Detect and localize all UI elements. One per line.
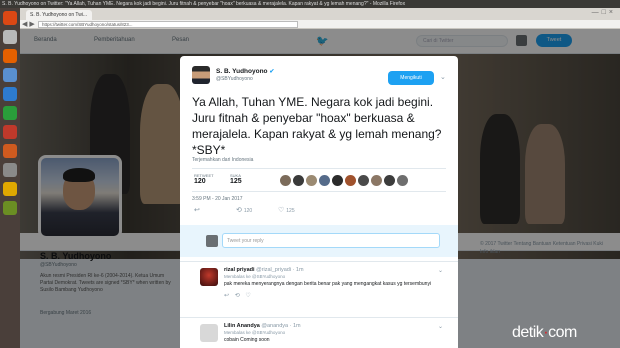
liker-avatar[interactable] [345,175,356,186]
reply-avatar[interactable] [200,268,218,286]
chevron-down-icon[interactable]: ⌄ [440,73,446,81]
browser-tabbar: S. B. Yudhoyono on Twi... —□× [20,8,620,20]
calc-icon[interactable] [3,106,17,120]
my-avatar [206,235,218,247]
like-stat[interactable]: SUKA 125 [230,173,242,185]
reply-author[interactable]: Lilin Anandya @anandya · 1m [224,323,301,329]
like-action-count: 125 [286,208,295,214]
retweet-action-count: 120 [243,208,253,214]
retweet-icon: ⟲ [236,207,242,214]
back-forward-icon[interactable]: ◀ ▶ [22,20,35,29]
url-bar[interactable]: https://twitter.com/SBYudhoyono/status/8… [38,21,298,28]
tweet-permalink-modal: S. B. Yudhoyono ✔ @SBYudhoyono Mengikuti… [180,56,458,348]
watermark-tld: com [548,324,577,341]
settings-icon[interactable] [3,163,17,177]
retweet-stat-count: 120 [194,178,206,185]
chevron-down-icon[interactable]: ⌄ [438,267,443,274]
author-name-text: S. B. Yudhoyono [216,68,268,75]
liker-avatar[interactable] [306,175,317,186]
translate-link[interactable]: Terjemahkan dari Indonesia [192,157,253,163]
liker-avatar[interactable] [358,175,369,186]
author-handle[interactable]: @SBYudhoyono [216,76,253,82]
liker-avatar[interactable] [319,175,330,186]
reply-author-handle: @rizal_priyadi · 1m [256,267,304,273]
watermark-brand: detik [512,324,544,341]
chromium-icon[interactable] [3,68,17,82]
reply-author-name: rizal priyadi [224,267,255,273]
liker-avatar[interactable] [371,175,382,186]
heart-icon: ♡ [278,207,285,214]
liker-avatar[interactable] [397,175,408,186]
app-icon[interactable] [3,201,17,215]
reply-text: pak mereka menyerangnya dengan berita be… [224,281,432,287]
reply-icon[interactable]: ↩ [194,206,200,214]
impress-icon[interactable] [3,125,17,139]
reply-author-handle: @anandya · 1m [261,323,301,329]
firefox-icon[interactable] [3,49,17,63]
reply-input[interactable]: Tweet your reply [222,233,440,248]
author-avatar[interactable] [192,66,210,84]
verified-badge-icon: ✔ [269,69,275,75]
reply-context: Membalas ke @SBYudhoyono [224,274,286,279]
liker-avatar[interactable] [280,175,291,186]
liker-avatar[interactable] [293,175,304,186]
reply-author[interactable]: rizal priyadi @rizal_priyadi · 1m [224,267,304,273]
tweet-actions: ↩ ⟲ 120 ♡ 125 [192,205,446,217]
retweet-stat[interactable]: RETWEET 120 [194,173,214,185]
tweet-timestamp: 3:59 PM - 20 Jan 2017 [192,196,243,202]
software-center-icon[interactable] [3,144,17,158]
browser-navbar: ◀ ▶ https://twitter.com/SBYudhoyono/stat… [20,20,620,29]
tweet-stats: RETWEET 120 SUKA 125 [192,168,446,192]
reply-composer: Tweet your reply [180,225,458,257]
retweet-action[interactable]: ⟲ 120 [236,206,252,214]
chevron-down-icon[interactable]: ⌄ [438,323,443,330]
reply-actions[interactable]: ↩ ⟲ ♡ [224,292,253,299]
following-button[interactable]: Mengikuti [388,71,434,85]
reply-item[interactable]: Lilin Anandya @anandya · 1m Membalas ke … [180,317,458,348]
reply-avatar[interactable] [200,324,218,342]
reply-context: Membalas ke @SBYudhoyono [224,330,286,335]
browser-tab[interactable]: S. B. Yudhoyono on Twi... [26,10,92,20]
reply-item[interactable]: rizal priyadi @rizal_priyadi · 1m Membal… [180,261,458,317]
liker-avatar[interactable] [332,175,343,186]
author-name[interactable]: S. B. Yudhoyono ✔ [216,68,274,75]
writer-icon[interactable] [3,87,17,101]
os-window-title: S. B. Yudhoyono on Twitter: "Ya Allah, T… [0,0,620,8]
reply-text: cobain Coming soon [224,337,270,343]
liker-avatar[interactable] [384,175,395,186]
reply-author-name: Lilin Anandya [224,323,260,329]
dash-icon[interactable] [3,11,17,25]
app-launcher [0,8,20,348]
amazon-icon[interactable] [3,182,17,196]
window-controls[interactable]: —□× [592,9,616,16]
tweet-text: Ya Allah, Tuhan YME. Negara kok jadi beg… [192,95,442,157]
detik-watermark: detik·com [512,324,577,342]
like-action[interactable]: ♡ 125 [278,206,295,214]
like-stat-count: 125 [230,178,242,185]
files-icon[interactable] [3,30,17,44]
